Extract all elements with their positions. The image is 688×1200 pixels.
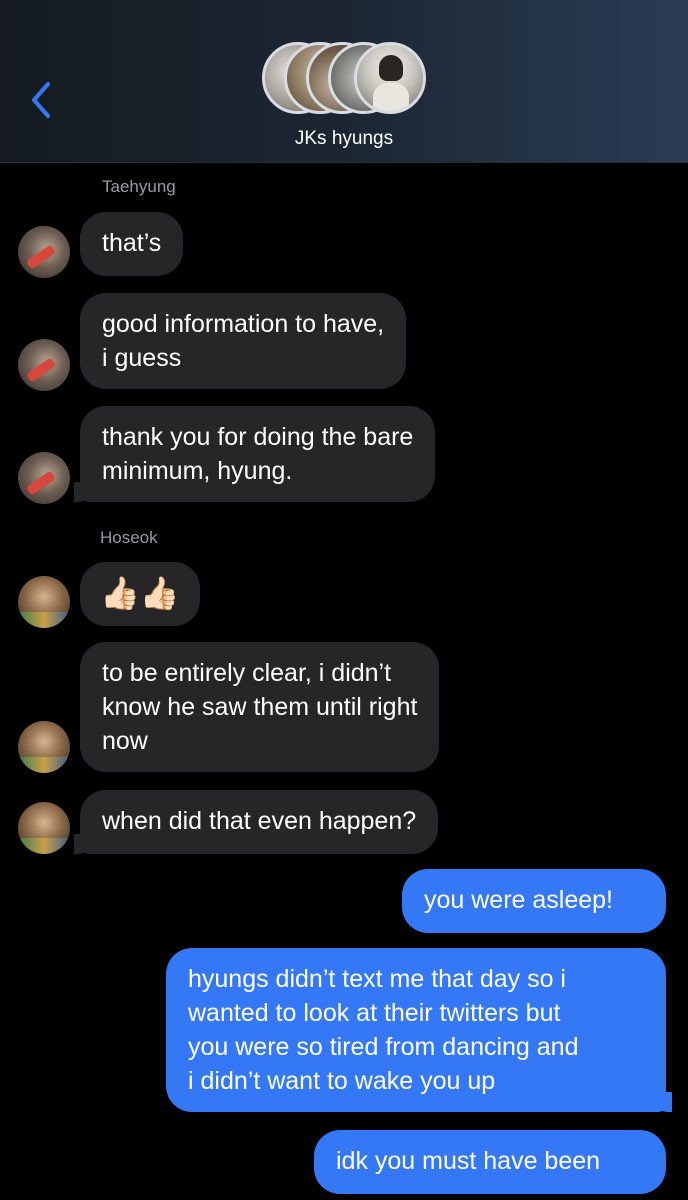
sender-name: Taehyung	[102, 177, 176, 196]
message-text: idk you must have been	[336, 1147, 601, 1175]
message-text: to be entirely clear, i didn’t know he s…	[102, 659, 418, 755]
message-text: hyungs didn’t text me that day so i want…	[188, 965, 579, 1095]
message-text: that’s	[102, 229, 162, 257]
avatar[interactable]	[18, 226, 70, 278]
message-text: good information to have, i guess	[102, 310, 385, 372]
avatar[interactable]	[18, 721, 70, 773]
message-bubble-outgoing[interactable]: idk you must have been	[314, 1130, 666, 1194]
message-bubble[interactable]: when did that even happen?	[80, 790, 439, 854]
message-bubble[interactable]: 👍🏻👍🏻	[80, 562, 200, 626]
avatar[interactable]	[18, 452, 70, 504]
sender-name: Hoseok	[100, 528, 158, 547]
message-text: when did that even happen?	[102, 807, 417, 835]
message-bubble[interactable]: good information to have, i guess	[80, 293, 407, 389]
group-avatar-stack[interactable]	[262, 42, 426, 118]
message-bubble[interactable]: that’s	[80, 212, 184, 276]
conversation-header: JKs hyungs	[0, 0, 688, 163]
message-bubble-outgoing[interactable]: you were asleep!	[402, 869, 666, 933]
conversation-title[interactable]: JKs hyungs	[0, 128, 688, 150]
message-bubble[interactable]: to be entirely clear, i didn’t know he s…	[80, 642, 440, 772]
chevron-left-icon	[32, 82, 50, 118]
thumbs-up-icon: 👍🏻👍🏻	[100, 575, 180, 611]
group-member-avatar	[354, 42, 426, 114]
message-bubble[interactable]: thank you for doing the bare minimum, hy…	[80, 406, 436, 502]
back-button[interactable]	[26, 78, 58, 122]
avatar[interactable]	[18, 339, 70, 391]
message-text: you were asleep!	[424, 886, 614, 914]
avatar[interactable]	[18, 576, 70, 628]
message-bubble-outgoing[interactable]: hyungs didn’t text me that day so i want…	[166, 948, 666, 1112]
avatar[interactable]	[18, 802, 70, 854]
message-text: thank you for doing the bare minimum, hy…	[102, 423, 414, 485]
